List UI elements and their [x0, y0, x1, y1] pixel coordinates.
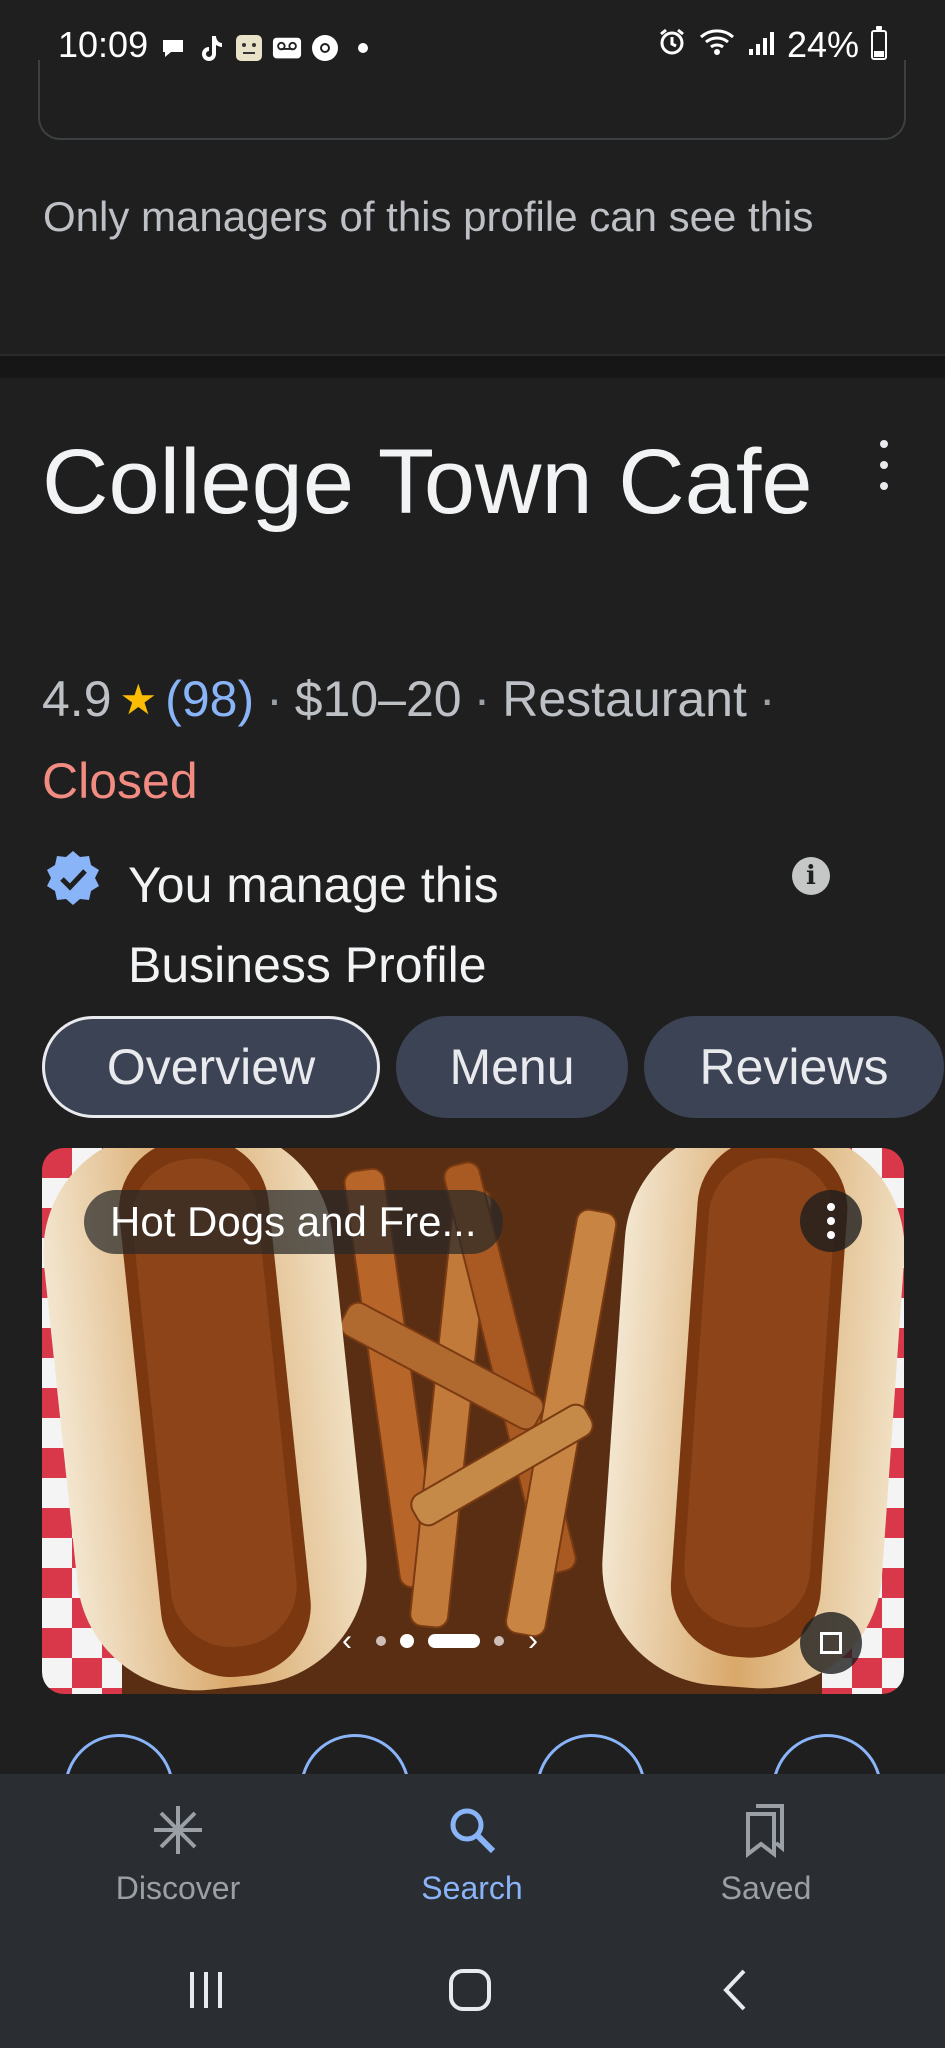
verified-badge-icon	[47, 851, 99, 905]
separator: ·	[473, 671, 491, 727]
nav-search[interactable]: Search	[362, 1798, 582, 1907]
home-button[interactable]	[440, 1960, 500, 2020]
recent-apps-button[interactable]	[176, 1960, 236, 2020]
info-icon[interactable]: i	[792, 857, 830, 895]
category: Restaurant	[502, 671, 747, 727]
tiktok-icon	[196, 33, 226, 63]
pager-dot	[494, 1636, 504, 1646]
photo-more-options-button[interactable]	[800, 1190, 862, 1252]
manager-insights-card	[38, 60, 906, 140]
place-tabs: Overview Menu Reviews	[42, 1016, 944, 1118]
chevron-left-icon[interactable]: ‹	[332, 1624, 362, 1658]
battery-icon	[871, 26, 887, 60]
app-face-icon	[234, 33, 264, 63]
chat-icon	[158, 33, 188, 63]
review-count-link[interactable]: (98)	[165, 670, 254, 728]
discover-icon	[150, 1798, 206, 1862]
place-meta: 4.9 ★ (98) · $10–20 · Restaurant ·	[42, 670, 788, 728]
carousel-pager: ‹ ›	[332, 1624, 548, 1658]
tab-reviews[interactable]: Reviews	[644, 1016, 944, 1118]
photo-carousel[interactable]: Hot Dogs and Fre... ‹ ›	[42, 1148, 904, 1694]
pager-dot	[400, 1634, 414, 1648]
nav-discover[interactable]: Discover	[68, 1798, 288, 1907]
bottom-navigation: Discover Search Saved	[0, 1774, 945, 1924]
open-status: Closed	[42, 753, 198, 809]
tab-menu[interactable]: Menu	[396, 1016, 628, 1118]
pager-dot	[376, 1636, 386, 1646]
system-navigation	[0, 1924, 945, 2048]
place-title: College Town Cafe	[42, 431, 813, 533]
section-divider	[0, 354, 945, 378]
price-range: $10–20	[294, 671, 462, 727]
tab-overview[interactable]: Overview	[42, 1016, 380, 1118]
manager-visibility-note: Only managers of this profile can see th…	[43, 193, 814, 240]
separator: ·	[758, 671, 776, 727]
back-button[interactable]	[706, 1960, 766, 2020]
nav-search-label: Search	[421, 1870, 523, 1906]
chevron-right-icon[interactable]: ›	[518, 1624, 548, 1658]
verified-text: You manage this Business Profile	[128, 857, 499, 993]
star-icon: ★	[119, 675, 158, 723]
voicemail-icon	[272, 33, 302, 63]
pager-dot-active	[428, 1634, 480, 1648]
more-notifications-dot	[348, 33, 378, 63]
nav-discover-label: Discover	[115, 1870, 241, 1906]
rating-value: 4.9	[42, 671, 112, 727]
search-icon	[446, 1798, 498, 1862]
separator: ·	[266, 671, 283, 727]
more-options-button[interactable]	[866, 440, 902, 490]
nav-saved-label: Saved	[720, 1870, 812, 1906]
nav-saved[interactable]: Saved	[656, 1798, 876, 1907]
photo-caption: Hot Dogs and Fre...	[84, 1190, 503, 1254]
saved-icon	[742, 1798, 790, 1862]
expand-photo-button[interactable]	[800, 1612, 862, 1674]
chrome-icon	[310, 33, 340, 63]
